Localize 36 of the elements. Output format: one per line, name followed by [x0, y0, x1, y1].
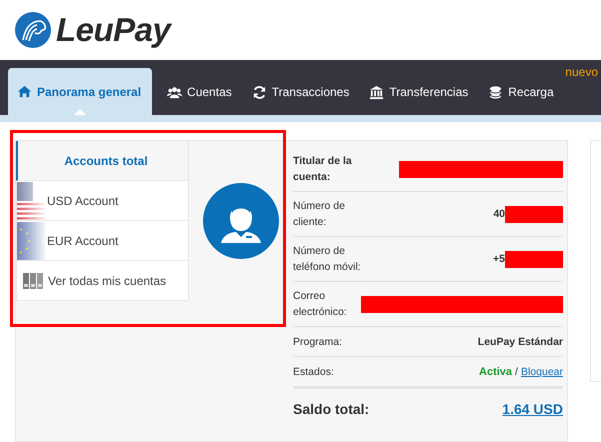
nav-tab[interactable]: Cuentas: [158, 82, 243, 102]
user-avatar-icon: [203, 183, 279, 259]
coins-icon: [488, 84, 504, 100]
field-label: Correo electrónico:: [293, 289, 348, 320]
home-icon: [17, 84, 32, 99]
account-item[interactable]: Ver todas mis cuentas: [16, 261, 189, 301]
users-icon: [167, 84, 182, 100]
binders-icon: [22, 272, 44, 290]
block-link[interactable]: Bloquear: [520, 364, 563, 380]
new-label: nuevo: [565, 65, 598, 79]
field-label: Titular de la cuenta:: [293, 154, 353, 185]
account-item[interactable]: Accounts total: [16, 141, 189, 181]
pointer-notch: [74, 109, 86, 115]
lion-logo-icon: [15, 12, 51, 48]
field-label: Número de teléfono móvil:: [293, 244, 362, 275]
field-value: 40: [493, 207, 505, 222]
separator-text: /: [515, 364, 518, 380]
status-text: Activa: [479, 364, 512, 380]
flag-icon: [17, 222, 47, 260]
field-label: Estados:: [293, 364, 335, 380]
total-label: Saldo total:: [293, 401, 370, 417]
field-value: +5: [493, 252, 505, 267]
nav-tab[interactable]: Transferencias: [360, 82, 480, 102]
account-item[interactable]: EUR Account: [16, 221, 189, 261]
refresh-icon: [252, 84, 267, 100]
field-label: Programa:: [293, 334, 344, 350]
bank-icon: [369, 84, 384, 100]
nav-tab[interactable]: Panorama general: [8, 68, 152, 115]
brand-name: LeuPay: [56, 11, 170, 49]
field-value: LeuPay Estándar: [478, 334, 563, 350]
field-label: Número de cliente:: [293, 199, 346, 230]
total-balance-link[interactable]: 1.64 USD: [502, 401, 563, 417]
flag-icon: [17, 182, 47, 220]
account-item[interactable]: USD Account: [16, 181, 189, 221]
nav-tab[interactable]: Recarga: [479, 82, 565, 102]
nav-tab[interactable]: Transacciones: [242, 82, 360, 102]
